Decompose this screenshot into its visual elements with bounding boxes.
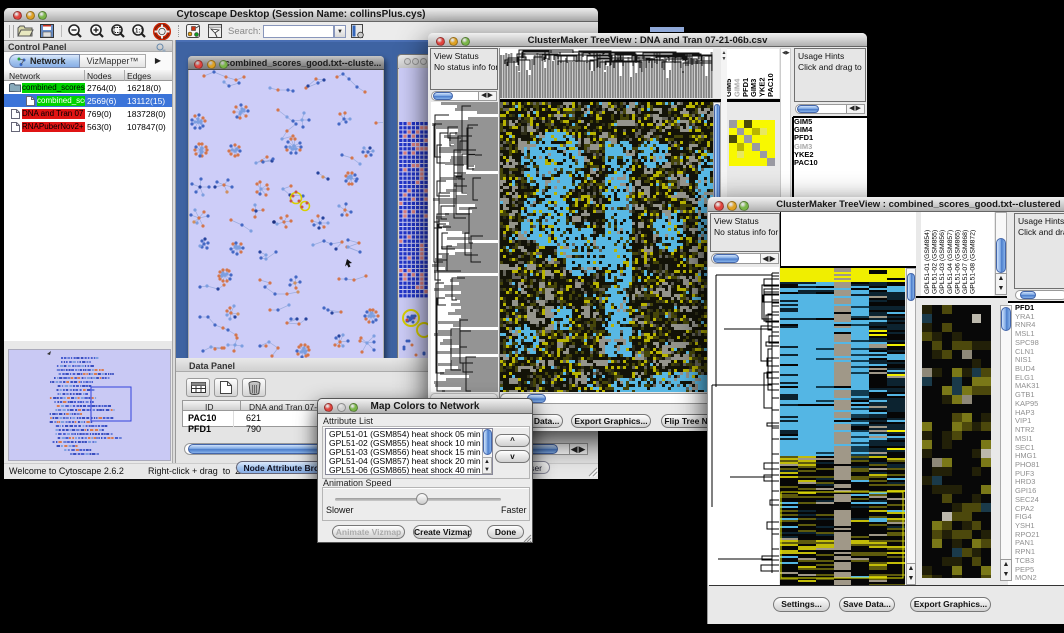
svg-text:GPL51-08 (GSM872): GPL51-08 (GSM872) (970, 230, 977, 294)
svg-text:GPL51-04 (GSM857): GPL51-04 (GSM857) (947, 230, 954, 294)
svg-text:PAC10: PAC10 (766, 73, 775, 97)
svg-text:GPL51-07 (GSM868): GPL51-07 (GSM868) (962, 230, 969, 294)
svg-text:1:1: 1:1 (135, 29, 144, 35)
svg-text:GPL51-06 (GSM865): GPL51-06 (GSM865) (954, 230, 961, 294)
svg-text:GPL51-01 (GSM854): GPL51-01 (GSM854) (924, 230, 931, 294)
svg-text:GPL51-02 (GSM855): GPL51-02 (GSM855) (932, 230, 939, 294)
svg-text:GPL51-03 (GSM856): GPL51-03 (GSM856) (939, 230, 946, 294)
